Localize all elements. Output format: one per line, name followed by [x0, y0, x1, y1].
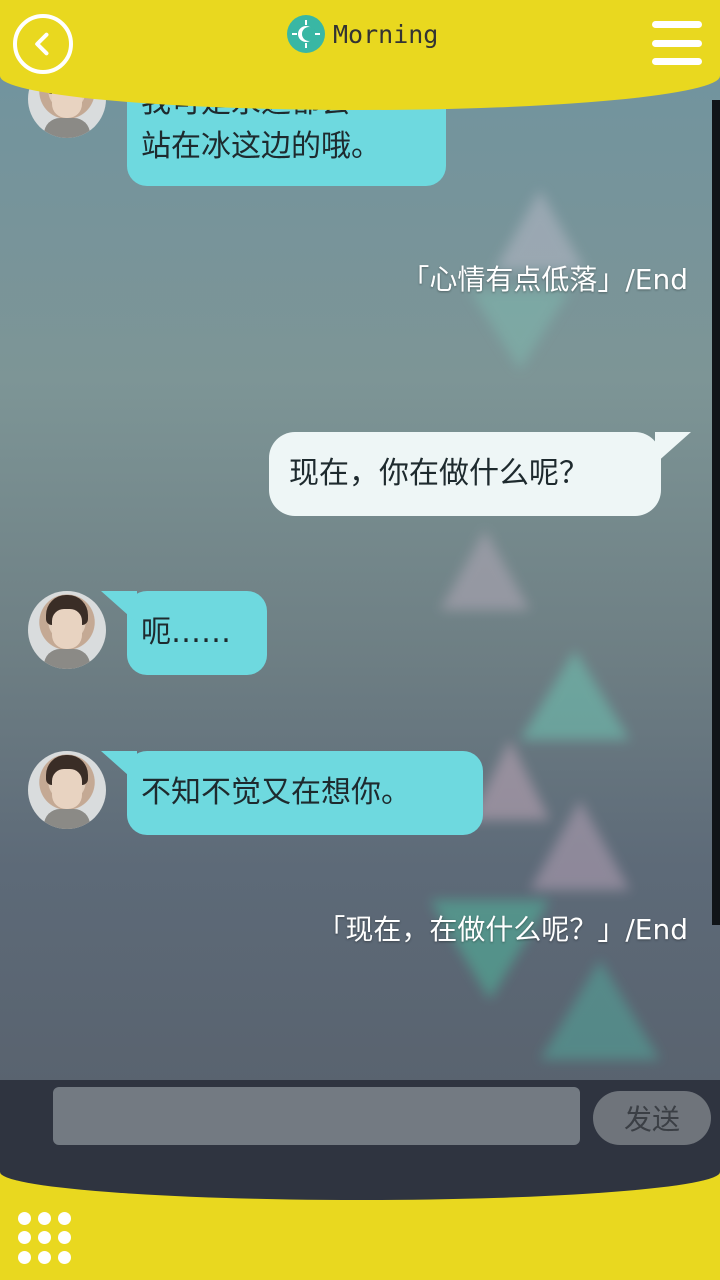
menu-button[interactable]	[652, 21, 702, 65]
time-of-day-indicator: Morning	[287, 14, 438, 54]
scrollbar-track	[712, 100, 720, 925]
apps-grid-button[interactable]	[18, 1212, 72, 1264]
message-input-bar: 发送	[0, 1080, 720, 1200]
incoming-message-bubble: 呃……	[101, 591, 267, 675]
message-input[interactable]	[53, 1087, 580, 1145]
avatar[interactable]	[28, 751, 106, 829]
incoming-message-bubble: 不知不觉又在想你。	[101, 751, 483, 835]
message-text: 不知不觉又在想你。	[141, 775, 411, 810]
page-title: Morning	[333, 19, 439, 49]
chevron-left-icon	[35, 32, 49, 56]
outgoing-message-bubble: 现在，你在做什么呢？	[269, 432, 691, 516]
sun-icon	[287, 15, 325, 53]
choice-end-note: 「现在，在做什么呢？」/End	[317, 913, 688, 946]
message-text: 现在，你在做什么呢？	[289, 456, 589, 491]
avatar[interactable]	[28, 591, 106, 669]
message-text-line: 站在冰这边的哦。	[141, 129, 381, 164]
top-bar: Morning	[0, 0, 720, 110]
choice-end-note: 「心情有点低落」/End	[401, 263, 688, 296]
message-text: 呃……	[141, 615, 231, 650]
send-button[interactable]: 发送	[593, 1091, 711, 1145]
apps-grid-icon	[18, 1212, 31, 1225]
hamburger-menu-icon	[652, 21, 702, 28]
back-button[interactable]	[13, 14, 73, 74]
